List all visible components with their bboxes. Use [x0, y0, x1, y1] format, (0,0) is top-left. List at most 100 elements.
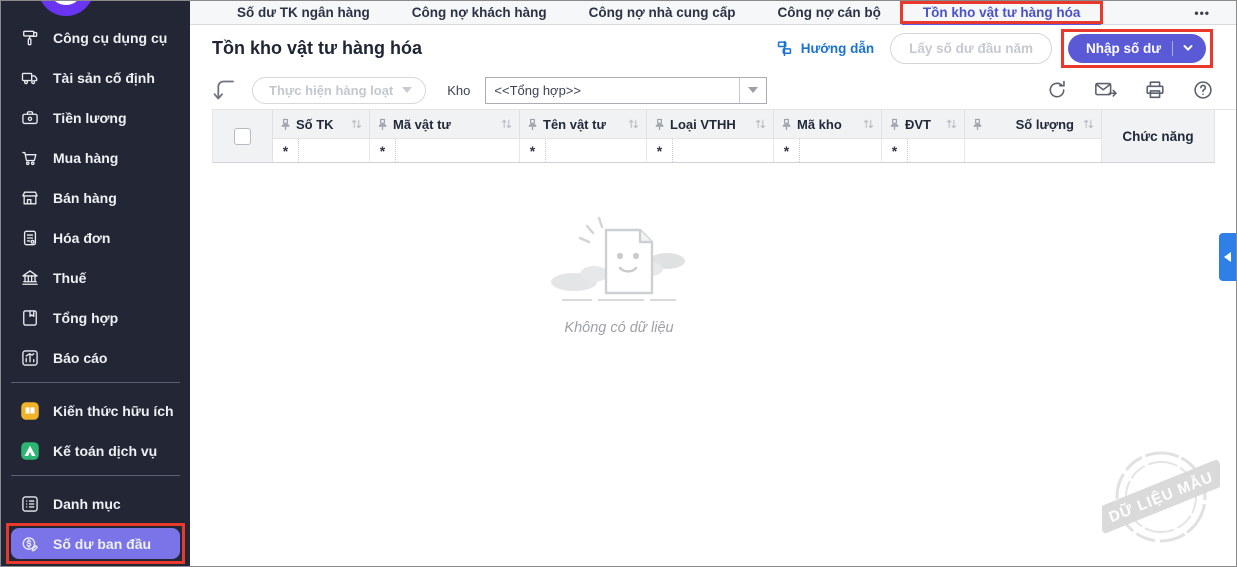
filter-input[interactable]: [965, 139, 1101, 162]
tab-so-du-tk-ngan-hang[interactable]: Số dư TK ngân hàng: [216, 1, 391, 24]
pin-icon[interactable]: [972, 118, 983, 131]
chevron-down-icon[interactable]: [1182, 42, 1194, 54]
column-header-label: Số TK: [296, 116, 334, 132]
sidebar-item-so-du-ban-dau[interactable]: Số dư ban đầu: [6, 523, 185, 564]
sort-icon[interactable]: [755, 118, 766, 130]
column-header-1[interactable]: Mã vật tư: [370, 110, 520, 138]
warehouse-select-button[interactable]: [739, 77, 766, 103]
roller-icon: [20, 28, 40, 48]
sort-icon[interactable]: [628, 118, 639, 130]
pin-icon[interactable]: [527, 118, 538, 131]
filter-input[interactable]: [299, 139, 369, 162]
sidebar-item-tai-san-co-dinh[interactable]: Tài sản cố định: [11, 62, 180, 93]
filter-input[interactable]: [673, 139, 773, 162]
tab-cong-no-nha-cung-cap[interactable]: Công nợ nhà cung cấp: [568, 1, 757, 24]
table-header: Số TK Mã vật tư Tên vật tư Loại VTHH Mã kho Đ…: [212, 109, 1236, 163]
sidebar-item-label: Báo cáo: [53, 349, 108, 366]
tab-label: Công nợ khách hàng: [411, 5, 547, 20]
filter-wildcard[interactable]: *: [647, 139, 673, 162]
bank-icon: [20, 268, 40, 288]
warehouse-select[interactable]: <<Tổng hợp>>: [485, 76, 768, 104]
filter-wildcard[interactable]: *: [520, 139, 546, 162]
chart-icon: [20, 348, 40, 368]
filter-input[interactable]: [396, 139, 519, 162]
balance-icon: [20, 534, 40, 554]
pin-icon[interactable]: [280, 118, 291, 131]
column-header-2[interactable]: Tên vật tư: [520, 110, 647, 138]
sidebar-item-ban-hang[interactable]: Bán hàng: [11, 182, 180, 213]
sidebar-item-thue[interactable]: Thuế: [11, 262, 180, 293]
function-column-header: Chức năng: [1102, 110, 1215, 163]
tab-cong-no-khach-hang[interactable]: Công nợ khách hàng: [391, 1, 568, 24]
sidebar-item-ke-toan-dich-vu[interactable]: Kế toán dịch vụ: [11, 435, 180, 466]
sidebar: Công cụ dụng cụ Tài sản cố định Tiền lương…: [1, 1, 190, 566]
help-link[interactable]: Hướng dẫn: [775, 39, 874, 58]
sidebar-item-tien-luong[interactable]: Tiền lương: [11, 102, 180, 133]
filter-input[interactable]: [800, 139, 881, 162]
column-header-label: ĐVT: [905, 116, 931, 132]
filter-wildcard[interactable]: *: [882, 139, 908, 162]
refresh-icon[interactable]: [1046, 79, 1068, 101]
sort-icon[interactable]: [1083, 118, 1094, 130]
filter-wildcard[interactable]: *: [273, 139, 299, 162]
sidebar-divider: [11, 382, 180, 383]
tab-ton-kho-vat-tu-hang-hoa[interactable]: Tồn kho vật tư hàng hóa: [899, 1, 1104, 25]
warehouse-select-value: <<Tổng hợp>>: [494, 82, 581, 98]
sidebar-item-hoa-don[interactable]: Hóa đơn: [11, 222, 180, 253]
pin-icon[interactable]: [654, 118, 665, 131]
sidebar-item-bao-cao[interactable]: Báo cáo: [11, 342, 180, 373]
pin-icon[interactable]: [781, 118, 792, 131]
column-filter-row: * * * * * *: [273, 139, 1102, 163]
service-icon: [20, 441, 40, 461]
expand-panel-button[interactable]: [1219, 233, 1236, 281]
print-icon[interactable]: [1144, 79, 1166, 101]
import-balance-label: Nhập số dư: [1085, 40, 1161, 56]
column-header-row: Số TK Mã vật tư Tên vật tư Loại VTHH Mã kho Đ…: [273, 110, 1102, 139]
column-header-5[interactable]: ĐVT: [882, 110, 965, 138]
tab-cong-no-can-bo[interactable]: Công nợ cán bộ: [756, 1, 901, 24]
select-all-checkbox[interactable]: [234, 127, 251, 145]
send-mail-icon[interactable]: [1094, 79, 1118, 101]
tabs-container: Số dư TK ngân hàng Công nợ khách hàng Công…: [216, 1, 1104, 25]
select-all-cell: [213, 110, 273, 163]
sidebar-item-tong-hop[interactable]: Tổng hợp: [11, 302, 180, 333]
tabs-overflow-button[interactable]: •••: [1194, 1, 1210, 24]
filter-wildcard[interactable]: *: [774, 139, 800, 162]
filter-input[interactable]: [908, 139, 964, 162]
get-year-balance-button[interactable]: Lấy số dư đầu năm: [890, 32, 1052, 64]
briefcase-icon: [20, 108, 40, 128]
filter-cell-2: *: [520, 139, 647, 162]
pin-icon[interactable]: [377, 118, 388, 131]
sidebar-item-label: Tổng hợp: [53, 309, 119, 326]
column-header-0[interactable]: Số TK: [273, 110, 370, 138]
sort-icon[interactable]: [351, 118, 362, 130]
filter-wildcard[interactable]: *: [370, 139, 396, 162]
sort-icon[interactable]: [946, 118, 957, 130]
sidebar-item-kien-thuc-huu-ich[interactable]: Kiến thức hữu ích: [11, 395, 180, 426]
sidebar-item-danh-muc[interactable]: Danh mục: [11, 488, 180, 519]
signpost-icon: [775, 39, 794, 58]
toolbar: Thực hiện hàng loạt Kho <<Tổng hợp>>: [190, 71, 1236, 109]
column-header-4[interactable]: Mã kho: [774, 110, 882, 138]
batch-action-dropdown[interactable]: Thực hiện hàng loạt: [252, 76, 427, 104]
import-balance-button[interactable]: Nhập số dư: [1060, 28, 1213, 68]
help-icon[interactable]: [1192, 79, 1214, 101]
sidebar-item-label: Tiền lương: [53, 109, 127, 126]
sidebar-item-cong-cu-dung-cu[interactable]: Công cụ dụng cụ: [11, 22, 180, 53]
column-header-label: Tên vật tư: [543, 116, 606, 132]
column-header-6[interactable]: Số lượng: [965, 110, 1102, 138]
filter-cell-3: *: [647, 139, 774, 162]
sidebar-item-mua-hang[interactable]: Mua hàng: [11, 142, 180, 173]
sort-icon[interactable]: [501, 118, 512, 130]
move-down-arrow-icon[interactable]: [212, 77, 235, 103]
filter-cell-0: *: [273, 139, 370, 162]
column-header-3[interactable]: Loại VTHH: [647, 110, 774, 138]
filter-input[interactable]: [546, 139, 646, 162]
tab-label: Số dư TK ngân hàng: [237, 5, 370, 20]
sort-icon[interactable]: [863, 118, 874, 130]
help-link-label: Hướng dẫn: [800, 40, 875, 56]
filter-cell-6: [965, 139, 1102, 162]
pin-icon[interactable]: [889, 118, 900, 131]
filter-cell-5: *: [882, 139, 965, 162]
cart-icon: [20, 148, 40, 168]
